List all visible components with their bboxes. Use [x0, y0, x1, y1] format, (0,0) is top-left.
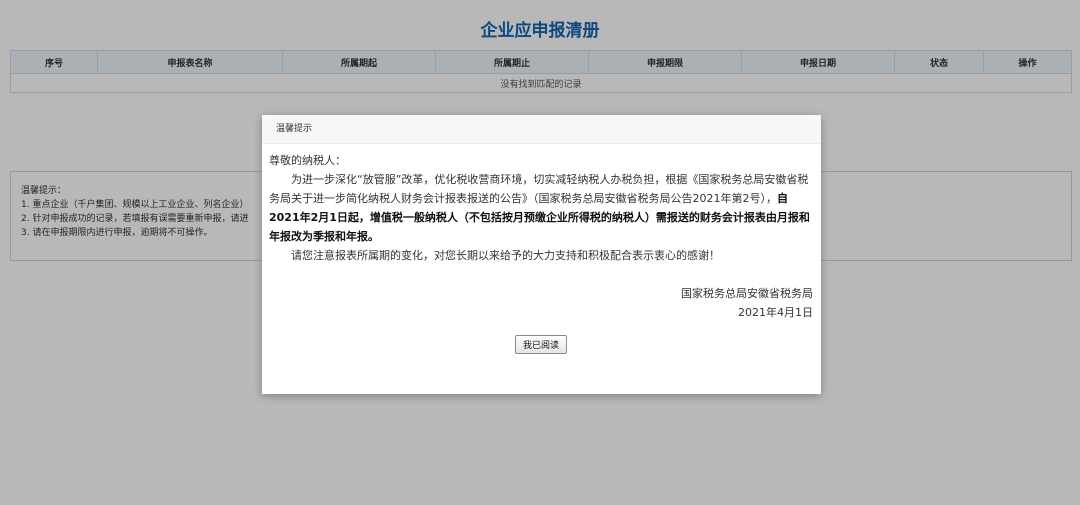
confirm-read-button[interactable]: 我已阅读	[514, 335, 567, 354]
signature-organization: 国家税务总局安徽省税务局	[681, 287, 813, 300]
signature-date: 2021年4月1日	[738, 306, 813, 319]
dialog-body: 尊敬的纳税人： 为进一步深化“放管服”改革，优化税收营商环境，切实减轻纳税人办税…	[262, 144, 821, 354]
notice-dialog: 温馨提示 尊敬的纳税人： 为进一步深化“放管服”改革，优化税收营商环境，切实减轻…	[262, 115, 821, 394]
dialog-greeting: 尊敬的纳税人：	[269, 154, 346, 167]
dialog-paragraph-2: 请您注意报表所属期的变化，对您长期以来给予的大力支持和积极配合表示衷心的感谢！	[291, 249, 720, 262]
dialog-paragraph-1: 为进一步深化“放管服”改革，优化税收营商环境，切实减轻纳税人办税负担，根据《国家…	[269, 170, 813, 246]
dialog-paragraph-1-text: 为进一步深化“放管服”改革，优化税收营商环境，切实减轻纳税人办税负担，根据《国家…	[269, 173, 809, 205]
dialog-title: 温馨提示	[262, 115, 821, 144]
dialog-actions: 我已阅读	[269, 335, 813, 354]
